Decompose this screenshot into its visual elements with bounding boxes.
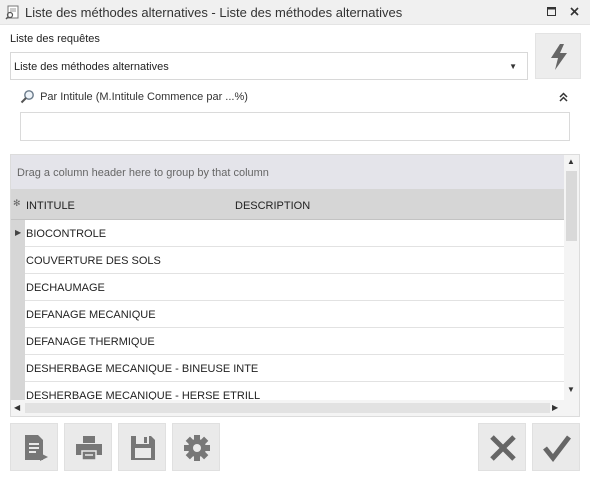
close-button[interactable] bbox=[566, 4, 582, 20]
table-row[interactable]: DESHERBAGE MECANIQUE - BINEUSE INTE bbox=[11, 355, 564, 382]
title-bar: Liste des méthodes alternatives - Liste … bbox=[0, 0, 590, 25]
row-indicator: ▶ bbox=[11, 220, 25, 247]
scroll-down-icon[interactable]: ▼ bbox=[567, 385, 575, 394]
save-icon bbox=[131, 436, 155, 460]
vertical-scrollbar[interactable]: ▲ ▼ bbox=[564, 155, 579, 400]
save-button[interactable] bbox=[118, 423, 166, 471]
settings-icon bbox=[184, 435, 210, 461]
vertical-scroll-thumb[interactable] bbox=[566, 171, 577, 241]
column-header-description[interactable]: DESCRIPTION bbox=[235, 200, 310, 212]
group-by-hint: Drag a column header here to group by th… bbox=[17, 167, 269, 179]
cell-intitule: BIOCONTROLE bbox=[26, 228, 107, 240]
form-search-icon bbox=[5, 5, 19, 20]
print-button[interactable] bbox=[64, 423, 112, 471]
table-row[interactable]: DECHAUMAGE bbox=[11, 274, 564, 301]
scroll-left-icon[interactable]: ◀ bbox=[14, 403, 20, 412]
table-row[interactable]: ▶ BIOCONTROLE bbox=[11, 220, 564, 247]
search-filter-label: Par Intitule (M.Intitule Commence par ..… bbox=[20, 89, 248, 105]
scrollbar-corner bbox=[564, 400, 579, 416]
lightning-icon bbox=[551, 44, 567, 70]
row-indicator bbox=[11, 328, 25, 355]
cell-intitule: DESHERBAGE MECANIQUE - HERSE ETRILL bbox=[26, 390, 261, 400]
print-icon bbox=[76, 436, 102, 461]
search-filter-text: Par Intitule (M.Intitule Commence par ..… bbox=[40, 90, 248, 103]
results-grid[interactable]: Drag a column header here to group by th… bbox=[10, 154, 580, 417]
collapse-search-button[interactable] bbox=[556, 90, 570, 104]
table-row[interactable]: DEFANAGE MECANIQUE bbox=[11, 301, 564, 328]
scroll-up-icon[interactable]: ▲ bbox=[567, 157, 575, 166]
cell-intitule: DEFANAGE MECANIQUE bbox=[26, 309, 156, 321]
column-header-row: ✻ INTITULE DESCRIPTION bbox=[11, 189, 564, 220]
cell-intitule: DESHERBAGE MECANIQUE - BINEUSE INTE bbox=[26, 363, 259, 375]
table-row[interactable]: COUVERTURE DES SOLS bbox=[11, 247, 564, 274]
cancel-x-icon bbox=[490, 435, 516, 461]
row-indicator bbox=[11, 274, 25, 301]
cell-intitule: COUVERTURE DES SOLS bbox=[26, 255, 161, 267]
settings-button[interactable] bbox=[172, 423, 220, 471]
grid-rows: ▶ BIOCONTROLE COUVERTURE DES SOLS DECHAU… bbox=[11, 220, 564, 400]
execute-query-button[interactable] bbox=[535, 33, 581, 79]
new-row-star-icon: ✻ bbox=[13, 198, 21, 208]
cancel-button[interactable] bbox=[478, 423, 526, 471]
maximize-button[interactable] bbox=[543, 4, 559, 20]
queries-label: Liste des requêtes bbox=[10, 33, 100, 45]
window-title: Liste des méthodes alternatives - Liste … bbox=[25, 5, 403, 20]
maximize-icon bbox=[546, 7, 556, 16]
cell-intitule: DECHAUMAGE bbox=[26, 282, 105, 294]
export-button[interactable] bbox=[10, 423, 58, 471]
search-input[interactable] bbox=[20, 112, 570, 141]
query-dropdown[interactable]: Liste des méthodes alternatives ▼ bbox=[10, 52, 528, 80]
horizontal-scroll-thumb[interactable] bbox=[25, 403, 550, 413]
current-row-arrow-icon: ▶ bbox=[15, 228, 22, 237]
search-icon bbox=[20, 90, 34, 104]
row-indicator bbox=[11, 301, 25, 328]
table-row[interactable]: DESHERBAGE MECANIQUE - HERSE ETRILL bbox=[11, 382, 564, 400]
row-indicator bbox=[11, 355, 25, 382]
horizontal-scrollbar[interactable]: ◀ ▶ bbox=[11, 400, 564, 416]
group-by-panel[interactable]: Drag a column header here to group by th… bbox=[11, 155, 564, 189]
validate-button[interactable] bbox=[532, 423, 580, 471]
export-icon bbox=[25, 435, 48, 461]
scroll-right-icon[interactable]: ▶ bbox=[552, 403, 558, 412]
checkmark-icon bbox=[543, 435, 571, 463]
table-row[interactable]: DEFANAGE THERMIQUE bbox=[11, 328, 564, 355]
column-header-intitule[interactable]: INTITULE bbox=[26, 200, 75, 212]
cell-intitule: DEFANAGE THERMIQUE bbox=[26, 336, 155, 348]
row-indicator bbox=[11, 247, 25, 274]
row-indicator bbox=[11, 382, 25, 400]
close-icon bbox=[569, 7, 579, 16]
query-dropdown-value: Liste des méthodes alternatives bbox=[14, 61, 169, 73]
double-chevron-up-icon bbox=[558, 92, 568, 102]
chevron-down-icon: ▼ bbox=[509, 62, 517, 71]
